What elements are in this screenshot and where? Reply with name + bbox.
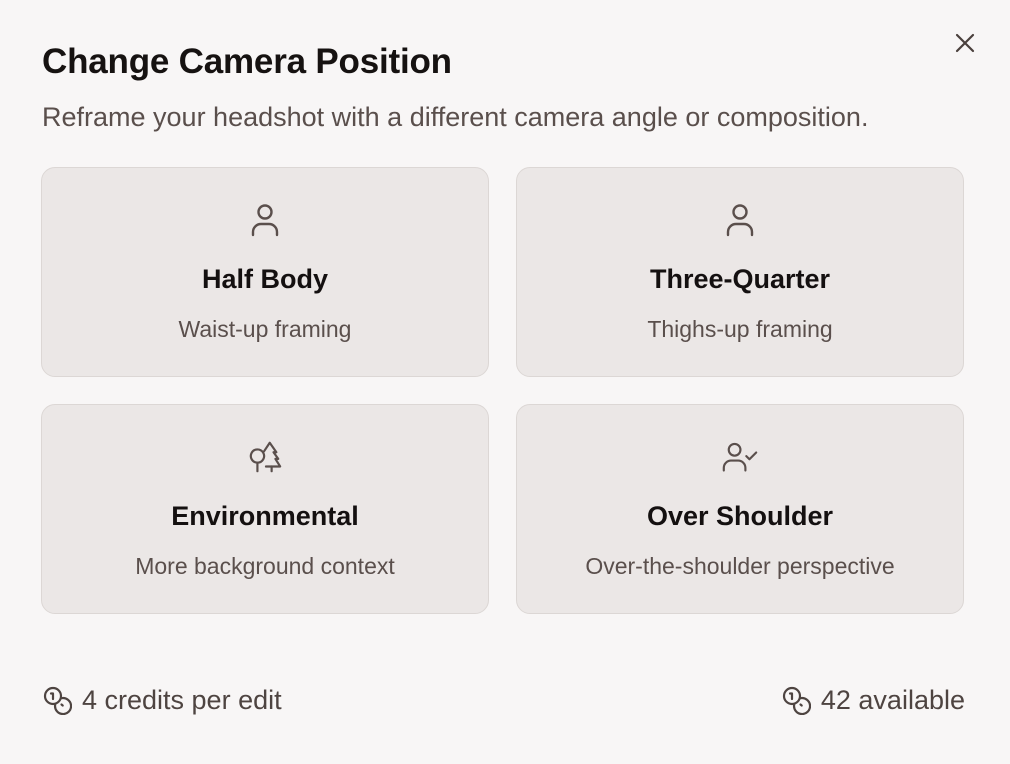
close-icon [955, 33, 975, 53]
credit-cost: 4 credits per edit [42, 682, 282, 718]
option-title: Over Shoulder [646, 501, 834, 531]
option-card-environmental[interactable]: Environmental More background context [41, 404, 489, 614]
user-check-icon [722, 439, 758, 475]
option-description: More background context [135, 553, 395, 579]
credits-available-label: 42 available [820, 685, 965, 715]
user-icon [247, 202, 283, 238]
option-card-half-body[interactable]: Half Body Waist-up framing [41, 167, 489, 377]
option-title: Three-Quarter [649, 264, 831, 294]
dialog-title: Change Camera Position [42, 42, 452, 81]
user-icon [722, 202, 758, 238]
credits-per-edit-label: 4 credits per edit [82, 685, 282, 715]
dialog-subtitle: Reframe your headshot with a different c… [42, 102, 869, 132]
camera-option-grid: Half Body Waist-up framing Three-Quarter… [41, 167, 965, 615]
option-title: Half Body [201, 264, 328, 294]
coins-icon [42, 685, 72, 715]
option-card-three-quarter[interactable]: Three-Quarter Thighs-up framing [516, 167, 964, 377]
option-description: Over-the-shoulder perspective [585, 553, 895, 579]
credits-available: 42 available [781, 682, 965, 718]
change-camera-position-dialog: Change Camera Position Reframe your head… [0, 0, 1010, 764]
coins-icon [781, 685, 811, 715]
option-card-over-shoulder[interactable]: Over Shoulder Over-the-shoulder perspect… [516, 404, 964, 614]
option-title: Environmental [171, 501, 359, 531]
option-description: Thighs-up framing [647, 316, 833, 342]
trees-icon [247, 439, 283, 475]
close-button[interactable] [949, 27, 981, 59]
option-description: Waist-up framing [178, 316, 352, 342]
